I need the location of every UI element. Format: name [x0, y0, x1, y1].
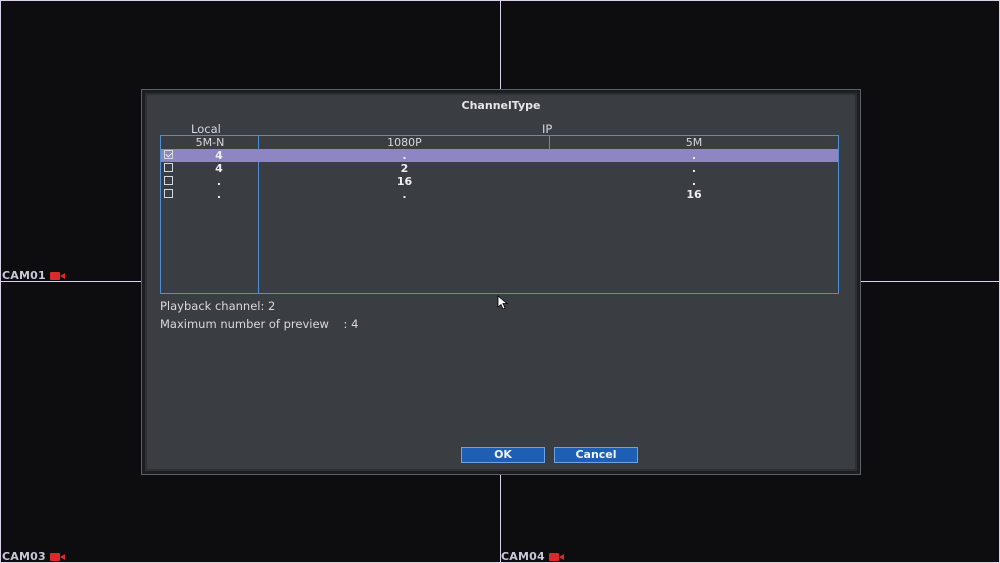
dialog-body: ChannelType Local IP 5M-N 1080P 5M 4 . .…	[147, 95, 855, 469]
cell-5m: .	[691, 149, 697, 162]
column-header-5m-n: 5M-N	[195, 136, 225, 149]
cell-1080p: .	[402, 149, 407, 162]
table-row[interactable]: . 16 .	[161, 175, 838, 188]
table-header: 5M-N 1080P 5M	[161, 136, 838, 150]
ok-button[interactable]: OK	[461, 447, 545, 463]
camera-label-cam03[interactable]: CAM03	[2, 550, 65, 563]
channel-type-table: 5M-N 1080P 5M 4 . . 4 2 . . 16 . . . 16	[160, 135, 839, 294]
cell-1080p: 2	[400, 162, 409, 175]
group-label-local: Local	[191, 122, 221, 136]
cell-1080p: 16	[396, 175, 413, 188]
camera-name: CAM04	[501, 550, 545, 563]
record-camera-icon	[49, 552, 65, 561]
camera-name: CAM03	[2, 550, 46, 563]
camera-label-cam01[interactable]: CAM01	[2, 269, 65, 282]
playback-channel-text: Playback channel: 2	[160, 299, 276, 313]
mouse-pointer-icon	[497, 295, 509, 310]
table-row[interactable]: . . 16	[161, 188, 838, 201]
table-row[interactable]: 4 . .	[161, 149, 838, 162]
cell-5m: .	[691, 175, 697, 188]
channel-type-dialog: ChannelType Local IP 5M-N 1080P 5M 4 . .…	[141, 89, 861, 475]
cell-5m: .	[691, 162, 697, 175]
table-row[interactable]: 4 2 .	[161, 162, 838, 175]
group-label-ip: IP	[542, 122, 553, 136]
column-header-1080p: 1080P	[387, 136, 422, 149]
max-preview-text: Maximum number of preview : 4	[160, 317, 359, 331]
column-separator	[549, 136, 550, 150]
camera-label-cam04[interactable]: CAM04	[501, 550, 564, 563]
column-header-5m: 5M	[685, 136, 703, 149]
cancel-button[interactable]: Cancel	[554, 447, 638, 463]
camera-name: CAM01	[2, 269, 46, 282]
record-camera-icon	[548, 552, 564, 561]
cell-1080p: .	[402, 188, 407, 201]
cell-5m: 16	[686, 188, 702, 201]
record-camera-icon	[49, 271, 65, 280]
dialog-title: ChannelType	[461, 99, 541, 112]
